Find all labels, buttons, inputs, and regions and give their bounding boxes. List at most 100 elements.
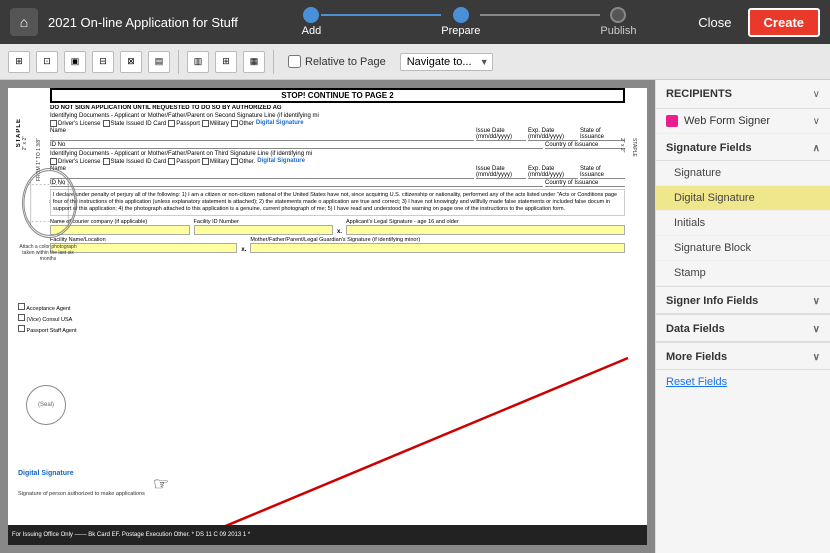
id2-col-1: Driver's License: [50, 158, 101, 165]
seal-circle: (Seal): [26, 385, 66, 425]
toolbar-icon-1[interactable]: ⊞: [8, 51, 30, 73]
legal-sig-field: Applicant's Legal Signature - age 16 and…: [346, 219, 625, 235]
toolbar-divider-1: [178, 50, 179, 74]
id2-col-2: State Issued ID Card: [103, 158, 167, 165]
doc-body: STOP! CONTINUE TO PAGE 2 DO NOT SIGN APP…: [50, 88, 625, 253]
top-toolbar: ⌂ 2021 On-line Application for Stuff Add…: [0, 0, 830, 44]
toolbar-icon-2[interactable]: ⊡: [36, 51, 58, 73]
name-row-1: Name Issue Date (mm/dd/yyyy) Exp. Date (…: [50, 128, 625, 141]
id-col-2: State Issued ID Card: [103, 120, 167, 127]
signer-info-fields-chevron: ∨: [813, 296, 820, 307]
toolbar-icon-8[interactable]: ⊞: [215, 51, 237, 73]
passport-staff-row: Passport Staff Agent: [18, 325, 77, 334]
toolbar-icon-6[interactable]: ▤: [148, 51, 170, 73]
more-fields-chevron: ∨: [813, 352, 820, 363]
id2-col-6: Digital Signature: [257, 158, 305, 165]
document-content: STAPLE FROM 1" TO 1 3/8" 2" x 2" STAPLE …: [8, 88, 647, 545]
home-icon: ⌂: [20, 14, 28, 30]
steps-container: Add Prepare Publish: [258, 7, 680, 37]
top-right-buttons: Close Create: [690, 8, 820, 37]
id-docs-row-1: Driver's License State Issued ID Card Pa…: [50, 120, 625, 127]
id2-col-3: Passport: [168, 158, 200, 165]
relative-to-page-label: Relative to Page: [288, 55, 386, 68]
sig-field-signature-block[interactable]: Signature Block: [656, 236, 830, 261]
idno-row-1: ID No Country of Issuance: [50, 142, 625, 149]
bottom-bar-text: For Issuing Office Only —— Bk Card EF. P…: [12, 532, 250, 538]
more-fields-label: More Fields: [666, 351, 727, 363]
toolbar-icon-5[interactable]: ⊠: [120, 51, 142, 73]
create-button[interactable]: Create: [748, 8, 820, 37]
staple-label-right: STAPLE: [631, 138, 637, 157]
facility-id-input[interactable]: [194, 225, 334, 235]
facility-name-row: Facility Name/Location x. Mother/Father/…: [50, 237, 625, 253]
courier-row: Name of courier company (if applicable) …: [50, 219, 625, 235]
idno-row-2: ID No Country of Issuance: [50, 180, 625, 187]
id-col-3: Passport: [168, 120, 200, 127]
home-button[interactable]: ⌂: [10, 8, 38, 36]
x-label-1: x.: [337, 229, 342, 235]
mother-sig-field-1: Mother/Father/Parent/Legal Guardian's Si…: [250, 237, 625, 253]
web-form-signer-label: Web Form Signer: [684, 115, 807, 127]
stop-header: STOP! CONTINUE TO PAGE 2: [50, 88, 625, 103]
toolbar-icon-7[interactable]: ▥: [187, 51, 209, 73]
reset-fields-link[interactable]: Reset Fields: [656, 370, 830, 394]
cursor-hand-icon: ☞: [153, 474, 169, 495]
id-col-4: Military: [202, 120, 229, 127]
navigate-to-select[interactable]: Navigate to...: [400, 53, 493, 71]
signature-fields-label: Signature Fields: [666, 142, 752, 154]
id-col-1: Driver's License: [50, 120, 101, 127]
x-label-2: x.: [241, 247, 246, 253]
step-publish-label: Publish: [600, 25, 636, 37]
doc-bottom-bar: For Issuing Office Only —— Bk Card EF. P…: [8, 525, 647, 545]
sig-field-initials[interactable]: Initials: [656, 211, 830, 236]
declaration-text: I declare under penalty of perjury all o…: [50, 189, 625, 216]
step-publish[interactable]: Publish: [600, 7, 636, 37]
sig-field-stamp[interactable]: Stamp: [656, 261, 830, 286]
id2-col-4: Military: [202, 158, 229, 165]
sig-field-signature[interactable]: Signature: [656, 161, 830, 186]
sig-person-label: Signature of person authorized to make a…: [18, 491, 145, 497]
id-docs-header-2: Identifying Documents - Applicant or Mot…: [50, 151, 625, 157]
do-not-sign: DO NOT SIGN APPLICATION UNTIL REQUESTED …: [50, 105, 625, 111]
step-publish-circle: [610, 7, 626, 23]
signature-fields-chevron: ∧: [813, 143, 820, 154]
secondary-toolbar: ⊞ ⊡ ▣ ⊟ ⊠ ▤ ▥ ⊞ ▦ Relative to Page Navig…: [0, 44, 830, 80]
signature-fields-header[interactable]: Signature Fields ∧: [656, 134, 830, 161]
signer-info-fields-label: Signer Info Fields: [666, 295, 758, 307]
legal-sig-input[interactable]: [346, 225, 625, 235]
main-area: STAPLE FROM 1" TO 1 3/8" 2" x 2" STAPLE …: [0, 80, 830, 553]
facility-id-field: Facility ID Number: [194, 219, 334, 235]
size-label-right: 2" x 2": [619, 138, 625, 152]
step-add[interactable]: Add: [302, 7, 322, 37]
step-prepare-label: Prepare: [441, 25, 480, 37]
recipients-label: RECIPIENTS: [666, 88, 732, 100]
toolbar-icon-4[interactable]: ⊟: [92, 51, 114, 73]
signer-info-fields-header[interactable]: Signer Info Fields ∨: [656, 286, 830, 314]
id-col-5: Other: [231, 120, 254, 127]
step-add-circle: [303, 7, 319, 23]
close-button[interactable]: Close: [690, 11, 739, 34]
name-row-2: Name Issue Date (mm/dd/yyyy) Exp. Date (…: [50, 166, 625, 179]
document-area: STAPLE FROM 1" TO 1 3/8" 2" x 2" STAPLE …: [0, 80, 655, 553]
toolbar-divider-2: [273, 50, 274, 74]
mother-sig-input-1[interactable]: [250, 243, 625, 253]
id2-col-5: Other.: [231, 158, 255, 165]
id-docs-header-1: Identifying Documents - Applicant or Mot…: [50, 113, 625, 119]
step-line-1: [321, 14, 441, 16]
pink-dot-icon: [666, 115, 678, 127]
recipients-chevron[interactable]: ∨: [813, 89, 820, 100]
step-prepare[interactable]: Prepare: [441, 7, 480, 37]
photo-oval: ↕: [22, 168, 77, 238]
sig-field-digital-signature[interactable]: Digital Signature: [656, 186, 830, 211]
photo-label: Attach a color photograph taken within t…: [14, 244, 82, 262]
toolbar-icon-3[interactable]: ▣: [64, 51, 86, 73]
data-fields-header[interactable]: Data Fields ∨: [656, 314, 830, 342]
more-fields-header[interactable]: More Fields ∨: [656, 342, 830, 370]
web-form-signer-row[interactable]: Web Form Signer ∨: [656, 109, 830, 134]
relative-to-page-checkbox[interactable]: [288, 55, 301, 68]
data-fields-chevron: ∨: [813, 324, 820, 335]
id-col-6: Digital Signature: [256, 120, 304, 127]
right-panel: RECIPIENTS ∨ Web Form Signer ∨ Signature…: [655, 80, 830, 553]
step-line-2: [480, 14, 600, 16]
toolbar-icon-9[interactable]: ▦: [243, 51, 265, 73]
